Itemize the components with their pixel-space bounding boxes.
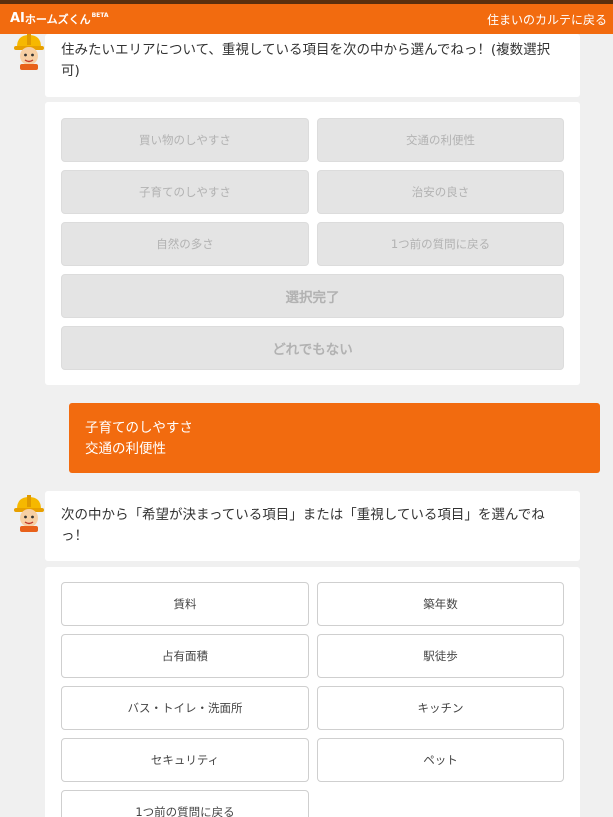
option-label: キッチン <box>417 701 464 715</box>
answer-line: 交通の利便性 <box>85 441 166 457</box>
option-safety-button[interactable]: 治安の良さ <box>317 170 564 214</box>
options-panel-area-priority: 買い物のしやすさ 交通の利便性 子育てのしやすさ 治安の良さ 自然の多さ 1つ前… <box>45 102 580 385</box>
option-kitchen-button[interactable]: キッチン <box>317 686 564 730</box>
none-of-these-button[interactable]: どれでもない <box>61 326 564 370</box>
construction-worker-avatar-icon <box>14 33 44 70</box>
none-label: どれでもない <box>272 342 353 358</box>
brand-logo[interactable]: AI ホームズくん BETA <box>10 11 109 27</box>
back-to-karte-link[interactable]: 住まいのカルテに戻る <box>487 11 607 28</box>
question-text-area-priority: 住みたいエリアについて、重視している項目を次の中から選んでねっ！(複数選択可) <box>61 42 551 79</box>
option-nature-button[interactable]: 自然の多さ <box>61 222 309 266</box>
option-label: 自然の多さ <box>156 237 214 251</box>
option-shopping-button[interactable]: 買い物のしやすさ <box>61 118 309 162</box>
question-text-priority-items: 次の中から「希望が決まっている項目」または「重視している項目」を選んでねっ！ <box>61 507 545 544</box>
option-walk-to-station-button[interactable]: 駅徒歩 <box>317 634 564 678</box>
option-label: 占有面積 <box>162 649 208 663</box>
brand-ai: AI <box>10 11 25 26</box>
options-panel-priority-items: 賃料 築年数 占有面積 駅徒歩 バス・トイレ・洗面所 キッチン セキュリティ ペ… <box>45 567 580 817</box>
previous-question-button[interactable]: 1つ前の質問に戻る <box>317 222 564 266</box>
option-bath-toilet-washroom-button[interactable]: バス・トイレ・洗面所 <box>61 686 309 730</box>
brand-name: ホームズくん <box>24 13 91 26</box>
question-bubble-area-priority: 住みたいエリアについて、重視している項目を次の中から選んでねっ！(複数選択可) <box>45 34 580 97</box>
option-childcare-button[interactable]: 子育てのしやすさ <box>61 170 309 214</box>
selection-complete-button[interactable]: 選択完了 <box>61 274 564 318</box>
option-rent-button[interactable]: 賃料 <box>61 582 309 626</box>
option-label: バス・トイレ・洗面所 <box>127 701 243 715</box>
option-label: 築年数 <box>423 597 458 611</box>
option-label: 買い物のしやすさ <box>139 133 231 147</box>
option-label: 賃料 <box>173 597 197 611</box>
option-label: 交通の利便性 <box>406 133 475 147</box>
option-floor-area-button[interactable]: 占有面積 <box>61 634 309 678</box>
user-answer-bubble: 子育てのしやすさ 交通の利便性 <box>69 403 600 473</box>
option-transport-button[interactable]: 交通の利便性 <box>317 118 564 162</box>
option-label: 子育てのしやすさ <box>139 185 231 199</box>
option-label: 1つ前の質問に戻る <box>390 237 491 251</box>
option-building-age-button[interactable]: 築年数 <box>317 582 564 626</box>
option-label: 治安の良さ <box>411 185 470 199</box>
option-pet-button[interactable]: ペット <box>317 738 564 782</box>
complete-label: 選択完了 <box>285 290 340 306</box>
option-label: ペット <box>423 753 458 767</box>
answer-line: 子育てのしやすさ <box>85 420 193 436</box>
brand-badge: BETA <box>91 12 109 19</box>
option-security-button[interactable]: セキュリティ <box>61 738 309 782</box>
option-label: 駅徒歩 <box>423 649 458 663</box>
option-label: セキュリティ <box>150 753 220 767</box>
question-bubble-priority-items: 次の中から「希望が決まっている項目」または「重視している項目」を選んでねっ！ <box>45 491 580 561</box>
app-header: AI ホームズくん BETA 住まいのカルテに戻る <box>0 4 613 34</box>
previous-question-button-2[interactable]: 1つ前の質問に戻る <box>61 790 309 817</box>
construction-worker-avatar-icon <box>14 495 44 532</box>
option-label: 1つ前の質問に戻る <box>135 805 235 817</box>
